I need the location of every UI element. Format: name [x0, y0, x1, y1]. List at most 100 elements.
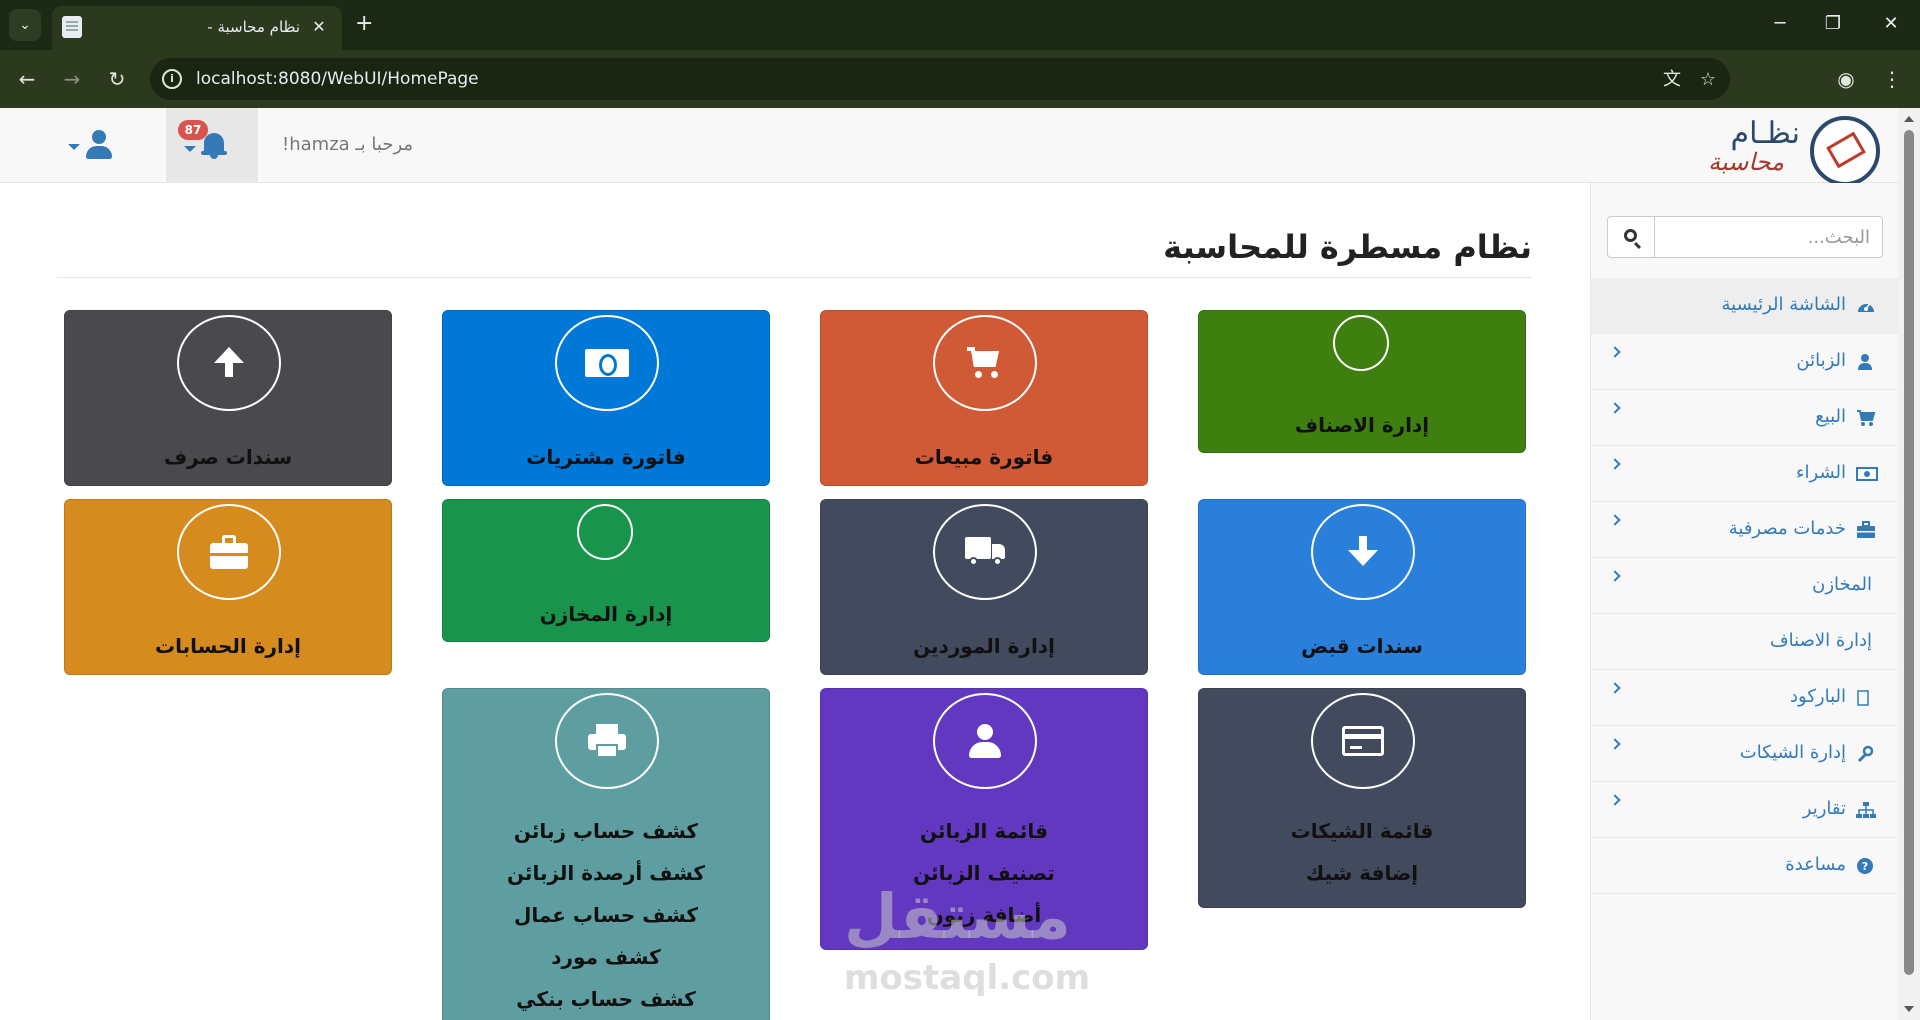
sidebar-item[interactable]: إدارة الشيكات — [1591, 726, 1898, 782]
notifications-button[interactable]: 87 — [166, 108, 258, 183]
back-icon[interactable]: ← — [13, 65, 41, 93]
search-icon — [1624, 229, 1637, 242]
main-content: نظام مسطرة للمحاسبة إدارة الاصناف فاتورة … — [0, 183, 1590, 1020]
caret-down-icon — [184, 146, 196, 152]
tile-link[interactable]: قائمة الشيكات — [1199, 819, 1525, 861]
wrench-icon — [1856, 745, 1876, 763]
menu-icon[interactable]: ⋮ — [1878, 65, 1906, 93]
page-title: نظام مسطرة للمحاسبة — [1163, 228, 1532, 266]
forward-icon[interactable]: → — [58, 65, 86, 93]
title-divider — [57, 277, 1532, 278]
browser-tab-bar: ⌄ نظام محاسبة - ✕ + ─ ❐ ✕ — [0, 0, 1920, 50]
dashboard-tile[interactable]: سندات قبض — [1198, 499, 1526, 675]
sidebar-item[interactable]: ? مساعدة — [1591, 838, 1898, 894]
money-icon — [555, 315, 659, 411]
close-tab-icon[interactable]: ✕ — [308, 16, 330, 38]
sidebar-search — [1607, 216, 1883, 258]
sidebar-item[interactable]: الزبائن — [1591, 334, 1898, 390]
user-icon — [1856, 353, 1876, 371]
dashboard-tile[interactable]: إدارة المخازن — [442, 499, 770, 642]
sidebar-item[interactable]: إدارة الاصناف — [1591, 614, 1898, 670]
sidebar-menu: الشاشة الرئيسية الزبائن البيع الشراء خدمات م… — [1591, 278, 1898, 894]
scroll-up-icon[interactable] — [1904, 116, 1914, 122]
tile-link[interactable]: إضافة شيك — [1199, 861, 1525, 903]
profile-icon[interactable]: ◉ — [1832, 65, 1860, 93]
dashboard-tile[interactable]: فاتورة مشتريات — [442, 310, 770, 486]
watermark-latin: mostaql.com — [844, 958, 1091, 998]
svg-text:?: ? — [1862, 860, 1868, 873]
dashboard-tile[interactable]: كشف حساب زبائن كشف أرصدة الزبائن كشف حساب … — [442, 688, 770, 1020]
url-text[interactable]: localhost:8080/WebUI/HomePage — [196, 69, 479, 89]
sidebar-item[interactable]: البيع — [1591, 390, 1898, 446]
sidebar-item-label: إدارة الشيكات — [1739, 742, 1846, 763]
tab-search-dropdown[interactable]: ⌄ — [9, 9, 41, 41]
browser-tab[interactable]: نظام محاسبة - ✕ — [52, 6, 342, 50]
tile-title: سندات قبض — [1301, 634, 1423, 658]
dashboard-icon — [1856, 297, 1876, 315]
user-menu-button[interactable] — [62, 128, 122, 164]
scrollbar-thumb[interactable] — [1904, 130, 1914, 975]
dashboard-tile[interactable]: سندات صرف — [64, 310, 392, 486]
tile-title: سندات صرف — [163, 445, 293, 469]
notification-badge: 87 — [178, 120, 208, 140]
address-bar[interactable]: i localhost:8080/WebUI/HomePage 文 ☆ — [150, 58, 1730, 100]
sidebar-item-label: الشراء — [1796, 462, 1846, 483]
chevron-right-icon — [1609, 738, 1621, 750]
user-icon — [933, 693, 1037, 789]
tile-title: إدارة المخازن — [539, 602, 673, 626]
caret-down-icon — [68, 144, 80, 150]
translate-icon[interactable]: 文 — [1660, 68, 1684, 92]
sidebar-item-label: المخازن — [1812, 574, 1872, 595]
page-icon — [62, 16, 82, 38]
sidebar-item-label: إدارة الاصناف — [1770, 630, 1872, 651]
tile-link[interactable]: كشف حساب بنكي — [443, 987, 769, 1020]
sidebar-item[interactable]: الباركود — [1591, 670, 1898, 726]
star-icon[interactable]: ☆ — [1696, 68, 1720, 92]
sidebar-item[interactable]: الشراء — [1591, 446, 1898, 502]
sidebar-item[interactable]: الشاشة الرئيسية — [1591, 278, 1898, 334]
truck-icon — [933, 504, 1037, 600]
cart-icon — [1856, 409, 1876, 427]
search-input[interactable] — [1654, 216, 1883, 258]
tile-link[interactable]: كشف حساب زبائن — [443, 819, 769, 861]
tile-link[interactable]: قائمة الزبائن — [821, 819, 1147, 861]
site-info-icon[interactable]: i — [162, 69, 182, 89]
tab-title: نظام محاسبة - — [207, 18, 300, 36]
dashboard-tile[interactable]: فاتورة مبيعات — [820, 310, 1148, 486]
sidebar-item[interactable]: خدمات مصرفية — [1591, 502, 1898, 558]
new-tab-icon[interactable]: + — [355, 12, 373, 36]
chevron-right-icon — [1609, 794, 1621, 806]
browser-toolbar: ← → ↻ i localhost:8080/WebUI/HomePage 文 … — [0, 50, 1920, 108]
tile-link[interactable]: كشف أرصدة الزبائن — [443, 861, 769, 903]
sidebar-item[interactable]: المخازن — [1591, 558, 1898, 614]
close-window-icon[interactable]: ✕ — [1876, 12, 1906, 36]
dashboard-tile[interactable]: قائمة الشيكات إضافة شيك — [1198, 688, 1526, 908]
dashboard-tile[interactable]: إدارة الحسابات — [64, 499, 392, 675]
empty-icon — [577, 504, 633, 560]
dashboard-tile[interactable]: إدارة الموردين — [820, 499, 1148, 675]
page-scrollbar[interactable] — [1898, 108, 1920, 1020]
logo-text-1: نظـام — [1730, 116, 1800, 151]
search-button[interactable] — [1607, 216, 1655, 258]
restore-icon[interactable]: ❐ — [1818, 12, 1848, 36]
logo-emblem — [1810, 116, 1880, 186]
chevron-right-icon — [1609, 402, 1621, 414]
dashboard-tile[interactable]: إدارة الاصناف — [1198, 310, 1526, 453]
tile-links: قائمة الشيكات إضافة شيك — [1199, 819, 1525, 903]
tile-title: فاتورة مبيعات — [914, 445, 1054, 469]
money-icon — [1856, 465, 1878, 483]
minimize-icon[interactable]: ─ — [1765, 12, 1795, 36]
watermark-arabic: مستقل — [844, 880, 1071, 953]
sidebar-item-label: الزبائن — [1796, 350, 1846, 371]
tile-link[interactable]: كشف حساب عمال — [443, 903, 769, 945]
chevron-right-icon — [1609, 514, 1621, 526]
sidebar-item-label: الشاشة الرئيسية — [1721, 294, 1846, 315]
scroll-down-icon[interactable] — [1904, 1006, 1914, 1012]
reload-icon[interactable]: ↻ — [103, 65, 131, 93]
sidebar-item[interactable]: تقارير — [1591, 782, 1898, 838]
chevron-right-icon — [1609, 682, 1621, 694]
welcome-text: مرحبا بـ hamza! — [282, 134, 414, 155]
tile-link[interactable]: كشف مورد — [443, 945, 769, 987]
sidebar-item-label: مساعدة — [1785, 854, 1846, 875]
app-logo[interactable]: نظـام محاسبة — [1680, 116, 1880, 186]
